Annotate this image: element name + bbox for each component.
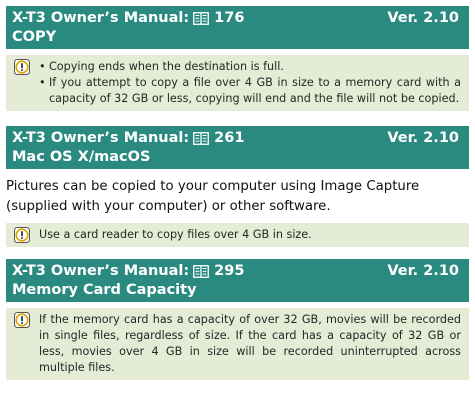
page-number: 295 [214,263,245,279]
book-icon [193,265,210,278]
page-number: 176 [214,10,245,26]
caution-icon [14,59,30,75]
list-item: Copying ends when the destination is ful… [39,59,461,75]
note-list: Copying ends when the destination is ful… [39,59,461,107]
manual-title: X-T3 Owner’s Manual: [12,10,190,26]
book-icon [193,132,210,145]
section-title: COPY [12,29,57,45]
manual-title: X-T3 Owner’s Manual: [12,263,190,279]
list-item: If you attempt to copy a file over 4 GB … [39,75,461,107]
section-header: X-T3 Owner’s Manual: 261 Ver. 2.10 Mac O… [6,126,469,169]
section-header: X-T3 Owner’s Manual: 295 Ver. 2.10 Memor… [6,259,469,302]
version-label: Ver. 2.10 [387,10,459,26]
section-title: Mac OS X/macOS [12,149,151,165]
version-label: Ver. 2.10 [387,130,459,146]
section-copy: X-T3 Owner’s Manual: 176 Ver. 2.10 COPY [0,0,475,111]
section-memory-card-capacity: X-T3 Owner’s Manual: 295 Ver. 2.10 Memor… [0,247,475,380]
section-title: Memory Card Capacity [12,282,197,298]
caution-icon [14,227,30,243]
version-label: Ver. 2.10 [387,263,459,279]
body-paragraph: Pictures can be copied to your computer … [6,179,420,214]
caution-note: Copying ends when the destination is ful… [6,55,469,111]
caution-note: Use a card reader to copy files over 4 G… [6,223,469,247]
note-text: Use a card reader to copy files over 4 G… [39,228,312,241]
note-text: If the memory card has a capacity of ove… [39,313,461,374]
caution-icon [14,312,30,328]
section-mac-os: X-T3 Owner’s Manual: 261 Ver. 2.10 Mac O… [0,111,475,247]
page-number: 261 [214,130,245,146]
manual-title: X-T3 Owner’s Manual: [12,130,190,146]
section-header: X-T3 Owner’s Manual: 176 Ver. 2.10 COPY [6,6,469,49]
book-icon [193,12,210,25]
caution-note: If the memory card has a capacity of ove… [6,308,469,380]
